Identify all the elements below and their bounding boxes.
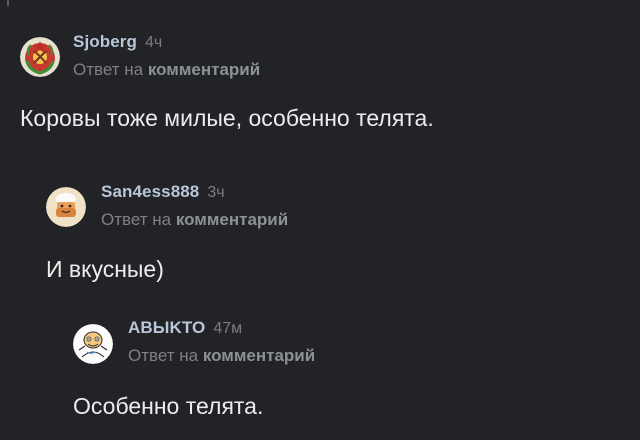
cartoon-character-icon	[73, 324, 113, 364]
comment-text: Особенно телята.	[73, 393, 264, 419]
avatar[interactable]	[46, 187, 86, 227]
reply-prefix: Ответ на	[128, 346, 199, 365]
reply-prefix: Ответ на	[73, 60, 144, 79]
comment-text: Коровы тоже милые, особенно телята.	[20, 105, 434, 131]
soviet-emblem-icon	[20, 37, 60, 77]
reply-to-comment-link[interactable]: комментарий	[203, 346, 315, 365]
thread-indent-line	[7, 0, 9, 6]
reply-prefix: Ответ на	[101, 210, 172, 229]
author-name[interactable]: ABЫKTO	[128, 318, 205, 337]
comment-text: И вкусные)	[46, 256, 164, 282]
comment-header: Sjoberg 4ч	[73, 32, 162, 53]
comment-header: ABЫKTO 47м	[128, 318, 242, 339]
avatar[interactable]	[20, 37, 60, 77]
avatar[interactable]	[73, 324, 113, 364]
comment-header: San4ess888 3ч	[101, 182, 225, 203]
reply-context: Ответ на комментарий	[101, 210, 288, 230]
comment-time: 4ч	[145, 34, 163, 51]
author-name[interactable]: San4ess888	[101, 182, 199, 201]
author-name[interactable]: Sjoberg	[73, 32, 137, 51]
reply-to-comment-link[interactable]: комментарий	[176, 210, 288, 229]
comment-time: 3ч	[207, 184, 225, 201]
reply-to-comment-link[interactable]: комментарий	[148, 60, 260, 79]
chef-cake-icon	[46, 187, 86, 227]
reply-context: Ответ на комментарий	[73, 60, 260, 80]
comment-time: 47м	[213, 320, 243, 337]
reply-context: Ответ на комментарий	[128, 346, 315, 366]
